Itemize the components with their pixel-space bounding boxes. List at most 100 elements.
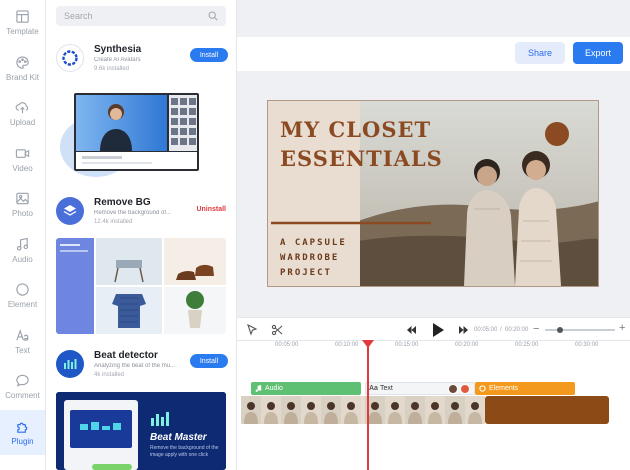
rail-item-audio[interactable]: Audio [0, 228, 45, 274]
text-track[interactable]: Aa Text [365, 382, 475, 395]
play-icon[interactable] [432, 323, 444, 337]
plugin-synthesia: Synthesia Create AI Avatars 9.6k install… [56, 44, 228, 80]
element-clip[interactable] [485, 396, 609, 424]
rail-label-upload: Upload [9, 118, 36, 128]
export-button[interactable]: Export [573, 42, 623, 64]
canvas-title-line-2: ESSENTIALS [280, 146, 443, 171]
rail-label-brand-kit: Brand Kit [6, 72, 39, 82]
plugin-remove-bg: Remove BG Remove the background of... 12… [56, 197, 228, 233]
playhead-handle-icon[interactable] [362, 340, 374, 348]
split-icon[interactable] [271, 324, 283, 336]
search-icon[interactable] [208, 11, 218, 21]
current-time: 00:05:00 [474, 327, 498, 333]
rail-label-audio: Audio [12, 254, 33, 264]
ruler-tick: 00:05:00 [275, 342, 299, 348]
tool-rail: Template Brand Kit Upload Video Photo Au… [0, 0, 46, 470]
rail-item-text[interactable]: Text [0, 319, 45, 365]
rail-item-brand-kit[interactable]: Brand Kit [0, 46, 45, 92]
synthesia-logo-icon [56, 44, 84, 72]
ruler-tick: 00:15:00 [395, 342, 419, 348]
plugin-name: Synthesia [94, 44, 142, 55]
remove-bg-preview-image [56, 238, 226, 334]
elements-track[interactable]: Elements [475, 382, 575, 395]
rail-item-comment[interactable]: Comment [0, 364, 45, 410]
element-icon [16, 283, 29, 296]
plugin-installs: 12.4k installed [94, 219, 133, 225]
install-button[interactable]: Install [190, 354, 228, 368]
canvas-subtitle[interactable]: A CAPSULE WARDROBE PROJECT [280, 236, 347, 281]
elements-track-label: Elements [489, 385, 519, 392]
editor-main: Share Export MY CLOSET ESSENTIALS A CAPS… [237, 0, 630, 470]
ruler-tick: 00:20:00 [455, 342, 479, 348]
palette-icon [16, 56, 29, 69]
plugin-desc: Remove the background of... [94, 210, 172, 216]
canvas-subtitle-line-1: A CAPSULE [280, 238, 347, 248]
plugin-name: Beat detector [94, 350, 158, 361]
rail-label-text: Text [15, 345, 30, 355]
text-track-icon: Aa [369, 385, 378, 392]
rail-label-comment: Comment [5, 391, 40, 401]
plugin-desc: Create AI Avatars [94, 57, 141, 63]
rail-item-video[interactable]: Video [0, 137, 45, 183]
rail-item-element[interactable]: Element [0, 273, 45, 319]
time-separator: / [500, 327, 502, 333]
share-button[interactable]: Share [515, 42, 565, 64]
rail-label-plugin: Plugin [11, 436, 34, 446]
plugin-installs: 9.6k installed [94, 66, 130, 72]
plugin-beat-detector: Beat detector Analyzing the beat of the … [56, 350, 228, 386]
video-thumbnail-strip[interactable] [241, 396, 485, 424]
beat-detector-preview-image: Beat Master Remove the background of the… [56, 392, 226, 470]
upload-icon [15, 102, 29, 114]
zoom-out-icon[interactable]: − [533, 323, 539, 335]
rail-item-plugin[interactable]: Plugin [0, 409, 45, 455]
audio-icon [16, 237, 29, 251]
canvas-title[interactable]: MY CLOSET ESSENTIALS [280, 115, 443, 173]
audio-track[interactable]: Audio [251, 382, 361, 395]
plugin-desc: Analyzing the beat of the mu... [94, 363, 176, 369]
timeline-toolbar: 00:05:00 / 00:20:00 − + [237, 317, 630, 341]
install-button[interactable]: Install [190, 48, 228, 62]
rail-item-template[interactable]: Template [0, 0, 45, 46]
element-circle-icon [479, 385, 486, 392]
timeline-ruler[interactable]: 00:05:00 00:10:00 00:15:00 00:20:00 00:2… [237, 341, 630, 351]
photo-icon [16, 193, 29, 205]
playhead[interactable] [367, 341, 369, 470]
avatar [448, 384, 458, 394]
text-track-label: Text [380, 385, 393, 392]
ruler-tick: 00:25:00 [515, 342, 539, 348]
skip-forward-icon[interactable] [459, 326, 468, 334]
ruler-tick: 00:30:00 [575, 342, 599, 348]
plugin-panel: Synthesia Create AI Avatars 9.6k install… [46, 0, 237, 470]
timeline-tracks: Audio Aa Text Elements [237, 351, 630, 470]
layers-icon [56, 197, 84, 225]
plugin-installs: 4k installed [94, 372, 125, 378]
zoom-slider[interactable] [545, 327, 615, 333]
video-icon [15, 148, 30, 158]
beat-preview-desc: Remove the background of the image apply… [150, 445, 219, 458]
zoom-in-icon[interactable]: + [619, 322, 625, 334]
editor-topbar: Share Export [237, 37, 630, 71]
equalizer-icon [56, 350, 84, 378]
avatar [460, 384, 470, 394]
audio-note-icon [255, 385, 262, 392]
comment-icon [16, 375, 29, 387]
total-time: 00:20:00 [505, 327, 529, 333]
rail-item-upload[interactable]: Upload [0, 91, 45, 137]
rail-label-photo: Photo [12, 209, 33, 219]
search-input[interactable] [64, 11, 184, 21]
rail-item-photo[interactable]: Photo [0, 182, 45, 228]
plugin-search [56, 6, 226, 26]
template-icon [16, 10, 29, 23]
cursor-icon[interactable] [246, 324, 258, 336]
rail-label-template: Template [6, 27, 39, 37]
canvas-subtitle-line-2: WARDROBE [280, 253, 340, 263]
uninstall-button[interactable]: Uninstall [196, 206, 226, 213]
canvas-title-line-1: MY CLOSET [280, 117, 432, 142]
zoom-slider-handle[interactable] [557, 327, 563, 333]
beat-preview-title: Beat Master [150, 432, 207, 443]
rail-label-element: Element [7, 300, 38, 310]
design-canvas[interactable]: MY CLOSET ESSENTIALS A CAPSULE WARDROBE … [267, 100, 599, 287]
plugin-name: Remove BG [94, 197, 151, 208]
skip-back-icon[interactable] [407, 326, 416, 334]
plugin-icon [17, 422, 28, 433]
